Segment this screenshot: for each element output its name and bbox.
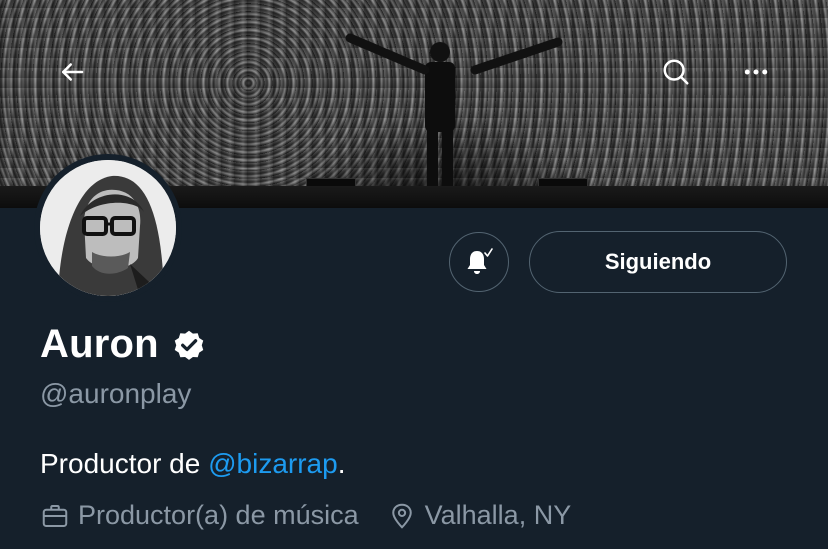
name-row: Auron (40, 322, 207, 367)
location-item: Valhalla, NY (387, 500, 572, 531)
verified-badge-icon[interactable] (171, 327, 207, 363)
avatar[interactable] (40, 160, 176, 296)
profession-item: Productor(a) de música (40, 500, 359, 531)
bio-mention-link[interactable]: @bizarrap (208, 448, 338, 479)
notifications-button[interactable] (449, 232, 509, 292)
profession-text: Productor(a) de música (78, 500, 359, 530)
location-pin-icon (391, 503, 412, 529)
bell-subscribed-icon (467, 248, 493, 274)
arrow-left-icon (62, 63, 84, 81)
following-button[interactable]: Siguiendo (529, 231, 787, 293)
bio-suffix: . (337, 448, 346, 479)
banner-arms (345, 33, 563, 75)
more-horizontal-icon (744, 69, 768, 75)
profile-meta: Productor(a) de música Valhalla, NY (40, 500, 599, 531)
avatar-frame[interactable] (34, 154, 182, 302)
display-name: Auron (40, 322, 159, 366)
search-button[interactable] (656, 52, 696, 92)
bio: Productor de @bizarrap. (40, 448, 345, 480)
back-button[interactable] (52, 52, 92, 92)
bio-text: Productor de (40, 448, 209, 479)
user-handle: @auronplay (40, 378, 192, 409)
location-text: Valhalla, NY (424, 500, 572, 530)
avatar-image (40, 160, 176, 296)
briefcase-icon (42, 504, 68, 527)
more-button[interactable] (736, 52, 776, 92)
search-icon (663, 59, 689, 85)
